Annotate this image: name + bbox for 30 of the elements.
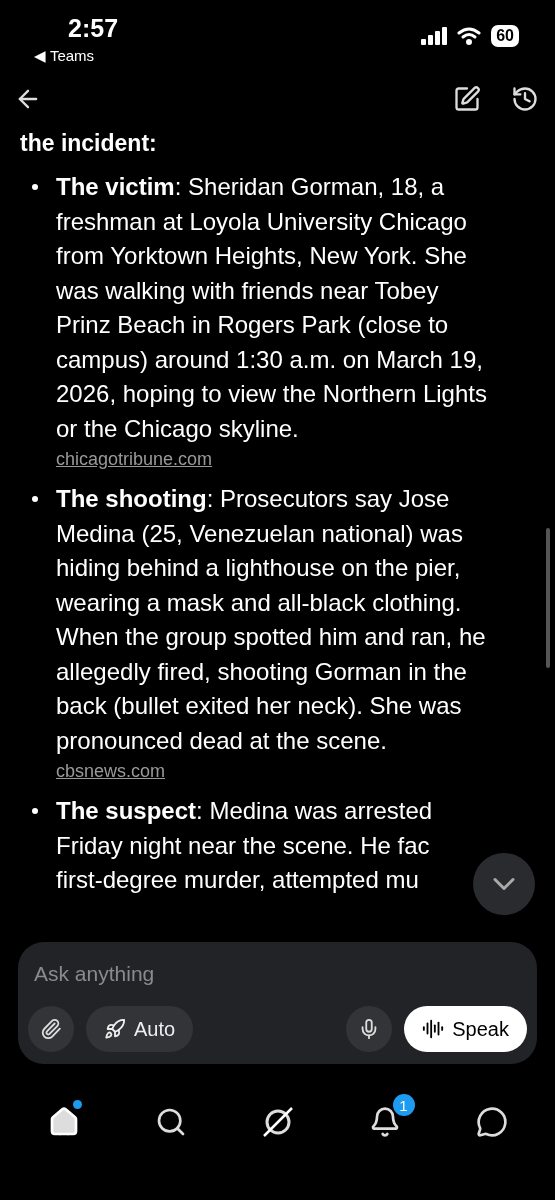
bullet xyxy=(32,808,38,814)
history-button[interactable] xyxy=(511,85,539,113)
slashed-circle-icon xyxy=(261,1106,294,1138)
battery-level: 60 xyxy=(491,25,519,47)
paragraph: The victim: Sheridan Gorman, 18, a freshman at Loyola University Chicago from Yorktown Heights, New York. She was walking with friends near Tobey Prinz Beach in Rogers Park (close to campus) around 1:30 a.m. on March 19, 2026, hoping to view the Northern Lights or the Chicago skyline. xyxy=(56,172,488,444)
back-to-app-link[interactable]: ◀ Teams xyxy=(34,47,119,65)
notification-badge: 1 xyxy=(392,1094,415,1116)
paragraph-line: The suspect: Medina was arrested xyxy=(56,796,434,826)
paragraph-line: first-degree murder, attempted mu xyxy=(56,865,420,895)
source-link[interactable]: cbsnews.com xyxy=(56,758,166,784)
composer-field[interactable]: Ask anything Auto Speak xyxy=(18,942,537,1064)
paperclip-icon xyxy=(40,1018,62,1040)
wifi-icon xyxy=(457,27,482,45)
paragraph-line: Friday night near the scene. He fac xyxy=(56,830,431,861)
signal-icon xyxy=(421,27,448,45)
ask-input-field[interactable]: Ask anything xyxy=(28,956,527,992)
microphone-button[interactable] xyxy=(346,1006,393,1052)
audio-wave-icon xyxy=(422,1018,445,1040)
mode-button[interactable]: Auto xyxy=(86,1006,194,1052)
status-time: 2:57 xyxy=(68,14,119,43)
section-heading: the incident: xyxy=(20,129,158,158)
attach-button[interactable] xyxy=(28,1006,74,1052)
chat-bubble-icon xyxy=(475,1106,508,1138)
paragraph: The shooting: Prosecutors say Jose Medina (25, Venezuelan national) was hiding behind a lighthouse on the pier, wearing a mask and all-black clothing. When the group spotted him and ran, he allegedly fired, shooting Gorman in the back (bullet exited her neck). She was pronounced dead at the scene. xyxy=(56,484,487,756)
speak-button[interactable]: Speak xyxy=(404,1006,527,1052)
bullet xyxy=(32,184,38,190)
rocket-icon xyxy=(104,1018,126,1040)
source-link[interactable]: chicagotribune.com xyxy=(56,446,213,472)
bullet xyxy=(32,496,38,502)
edit-button[interactable] xyxy=(453,85,481,113)
